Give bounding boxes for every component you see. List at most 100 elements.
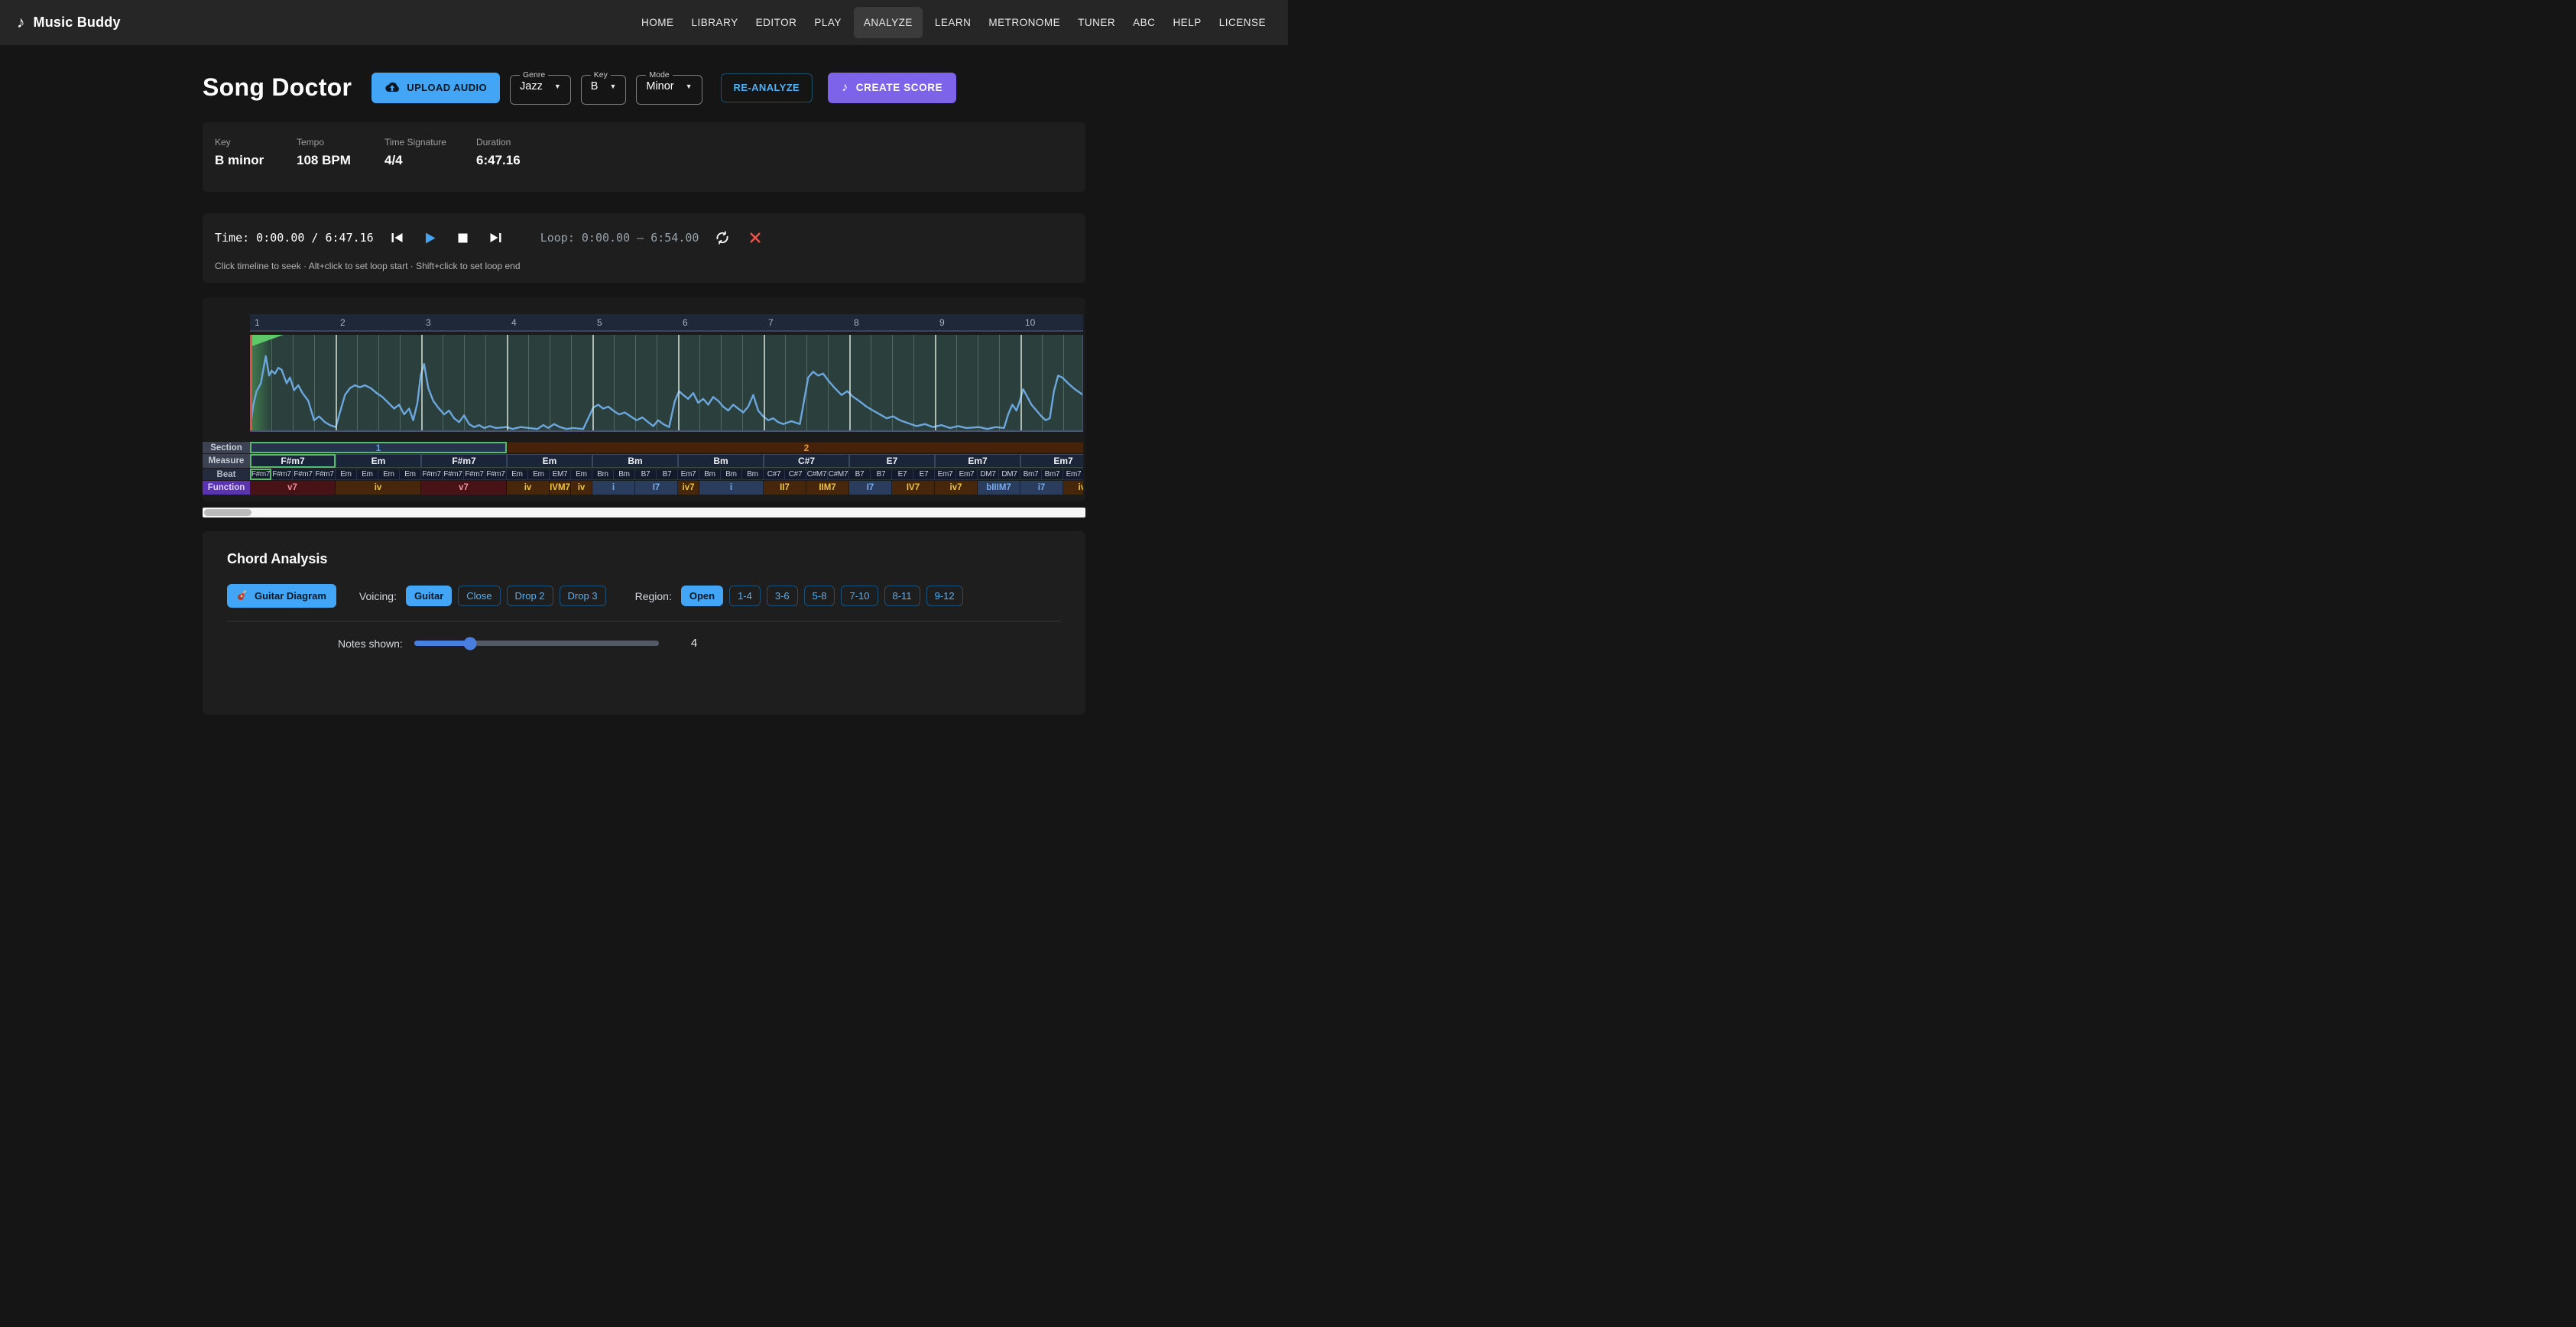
nav-item-home[interactable]: HOME	[636, 10, 680, 35]
beat-chord-cell[interactable]: Bm	[614, 469, 635, 480]
beat-chord-cell[interactable]: Bm	[721, 469, 742, 480]
function-cell[interactable]: iv7	[1063, 481, 1083, 495]
beat-chord-cell[interactable]: B7	[635, 469, 657, 480]
key-select[interactable]: Key B ▼	[581, 70, 627, 105]
reanalyze-button[interactable]: RE-ANALYZE	[721, 73, 813, 102]
nav-item-help[interactable]: HELP	[1167, 10, 1206, 35]
beat-chord-cell[interactable]: F#m7	[443, 469, 464, 480]
function-cell[interactable]: I7	[849, 481, 892, 495]
measure-ruler[interactable]: 12345678910	[250, 314, 1083, 332]
measure-chord-cell[interactable]: Em	[507, 454, 592, 468]
beat-chord-cell[interactable]: Em	[357, 469, 378, 480]
beat-chord-cell[interactable]: Bm	[699, 469, 721, 480]
function-cell[interactable]: i	[699, 481, 764, 495]
function-cell[interactable]: i	[592, 481, 635, 495]
skip-to-end-button[interactable]	[487, 229, 505, 246]
region-option-open[interactable]: Open	[681, 586, 723, 606]
function-cell[interactable]: v7	[250, 481, 336, 495]
function-cell[interactable]: iv7	[935, 481, 978, 495]
measure-chord-cell[interactable]: Bm	[592, 454, 678, 468]
loop-toggle-button[interactable]	[713, 229, 732, 246]
region-option-5-8[interactable]: 5-8	[804, 586, 835, 606]
section-cells[interactable]: 12	[250, 442, 1083, 453]
measure-chord-cell[interactable]: Em	[336, 454, 421, 468]
beat-chord-cell[interactable]: B7	[871, 469, 892, 480]
voicing-option-close[interactable]: Close	[458, 586, 500, 606]
beat-chord-cell[interactable]: F#m7	[293, 469, 314, 480]
beat-chord-cell[interactable]: EM7	[550, 469, 571, 480]
skip-to-start-button[interactable]	[388, 229, 407, 246]
function-cell[interactable]: IV7	[892, 481, 935, 495]
nav-item-library[interactable]: LIBRARY	[686, 10, 744, 35]
stop-button[interactable]	[454, 229, 472, 246]
waveform-display[interactable]	[250, 335, 1083, 432]
measure-chord-cell[interactable]: Em7	[935, 454, 1020, 468]
measure-chord-cell[interactable]: F#m7	[250, 454, 336, 468]
beat-chord-cell[interactable]: E7	[913, 469, 935, 480]
beat-chord-cell[interactable]: F#m7	[271, 469, 293, 480]
beat-chord-cell[interactable]: Em7	[956, 469, 978, 480]
section-cell[interactable]: 2	[507, 442, 1083, 453]
nav-item-license[interactable]: LICENSE	[1214, 10, 1271, 35]
beat-chord-cell[interactable]: Em	[507, 469, 528, 480]
function-cell[interactable]: IIM7	[806, 481, 849, 495]
beat-chord-cell[interactable]: Bm	[592, 469, 614, 480]
beat-chord-cell[interactable]: Em	[336, 469, 357, 480]
voicing-option-guitar[interactable]: Guitar	[406, 586, 452, 606]
play-button[interactable]	[421, 229, 440, 246]
beat-chord-cell[interactable]: C#M7	[828, 469, 849, 480]
beat-chord-cell[interactable]: F#m7	[250, 469, 271, 480]
beat-chord-cell[interactable]: Bm7	[1020, 469, 1042, 480]
nav-item-metronome[interactable]: METRONOME	[983, 10, 1066, 35]
beat-chord-cell[interactable]: Bm	[742, 469, 764, 480]
function-cell[interactable]: iv7	[678, 481, 699, 495]
beat-chord-cell[interactable]: F#m7	[464, 469, 485, 480]
nav-item-analyze[interactable]: ANALYZE	[854, 7, 923, 38]
beat-chord-cell[interactable]: Em	[400, 469, 421, 480]
beat-chord-cell[interactable]: C#7	[764, 469, 785, 480]
beat-chord-cell[interactable]: Em7	[935, 469, 956, 480]
nav-item-play[interactable]: PLAY	[809, 10, 847, 35]
beat-cells[interactable]: F#m7F#m7F#m7F#m7EmEmEmEmF#m7F#m7F#m7F#m7…	[250, 469, 1083, 480]
beat-chord-cell[interactable]: B7	[849, 469, 871, 480]
region-option-7-10[interactable]: 7-10	[841, 586, 878, 606]
measure-chord-cell[interactable]: Bm	[678, 454, 764, 468]
beat-chord-cell[interactable]: F#m7	[485, 469, 507, 480]
function-cell[interactable]: i7	[1020, 481, 1063, 495]
function-cell[interactable]: II7	[764, 481, 806, 495]
beat-chord-cell[interactable]: Em7	[678, 469, 699, 480]
function-cell[interactable]: bIIIM7	[978, 481, 1020, 495]
region-option-3-6[interactable]: 3-6	[767, 586, 798, 606]
function-cell[interactable]: iv	[507, 481, 550, 495]
function-cell[interactable]: v7	[421, 481, 507, 495]
function-cell[interactable]: iv	[571, 481, 592, 495]
beat-chord-cell[interactable]: C#7	[785, 469, 806, 480]
voicing-option-drop-2[interactable]: Drop 2	[507, 586, 553, 606]
genre-select[interactable]: Genre Jazz ▼	[510, 70, 571, 105]
measure-chord-cell[interactable]: Em7	[1020, 454, 1083, 468]
beat-chord-cell[interactable]: Em	[528, 469, 550, 480]
beat-chord-cell[interactable]: DM7	[978, 469, 999, 480]
nav-item-editor[interactable]: EDITOR	[751, 10, 803, 35]
function-cell[interactable]: I7	[635, 481, 678, 495]
timeline-scrollbar[interactable]	[203, 508, 1085, 517]
beat-chord-cell[interactable]: C#M7	[806, 469, 828, 480]
region-option-9-12[interactable]: 9-12	[926, 586, 963, 606]
create-score-button[interactable]: ♪ CREATE SCORE	[828, 73, 956, 103]
mode-select[interactable]: Mode Minor ▼	[636, 70, 702, 105]
function-cell[interactable]: iv	[336, 481, 421, 495]
region-option-8-11[interactable]: 8-11	[884, 586, 920, 606]
beat-chord-cell[interactable]: B7	[657, 469, 678, 480]
beat-chord-cell[interactable]: F#m7	[314, 469, 336, 480]
clear-loop-button[interactable]	[746, 229, 764, 246]
guitar-diagram-button[interactable]: Guitar Diagram	[227, 584, 336, 608]
beat-chord-cell[interactable]: Em	[378, 469, 400, 480]
measure-cells[interactable]: F#m7EmF#m7EmBmBmC#7E7Em7Em7	[250, 454, 1083, 468]
beat-chord-cell[interactable]: Em	[571, 469, 592, 480]
voicing-option-drop-3[interactable]: Drop 3	[560, 586, 606, 606]
measure-chord-cell[interactable]: E7	[849, 454, 935, 468]
region-option-1-4[interactable]: 1-4	[729, 586, 761, 606]
notes-shown-slider[interactable]	[414, 641, 659, 646]
beat-chord-cell[interactable]: Bm7	[1042, 469, 1063, 480]
slider-thumb[interactable]	[464, 637, 477, 650]
